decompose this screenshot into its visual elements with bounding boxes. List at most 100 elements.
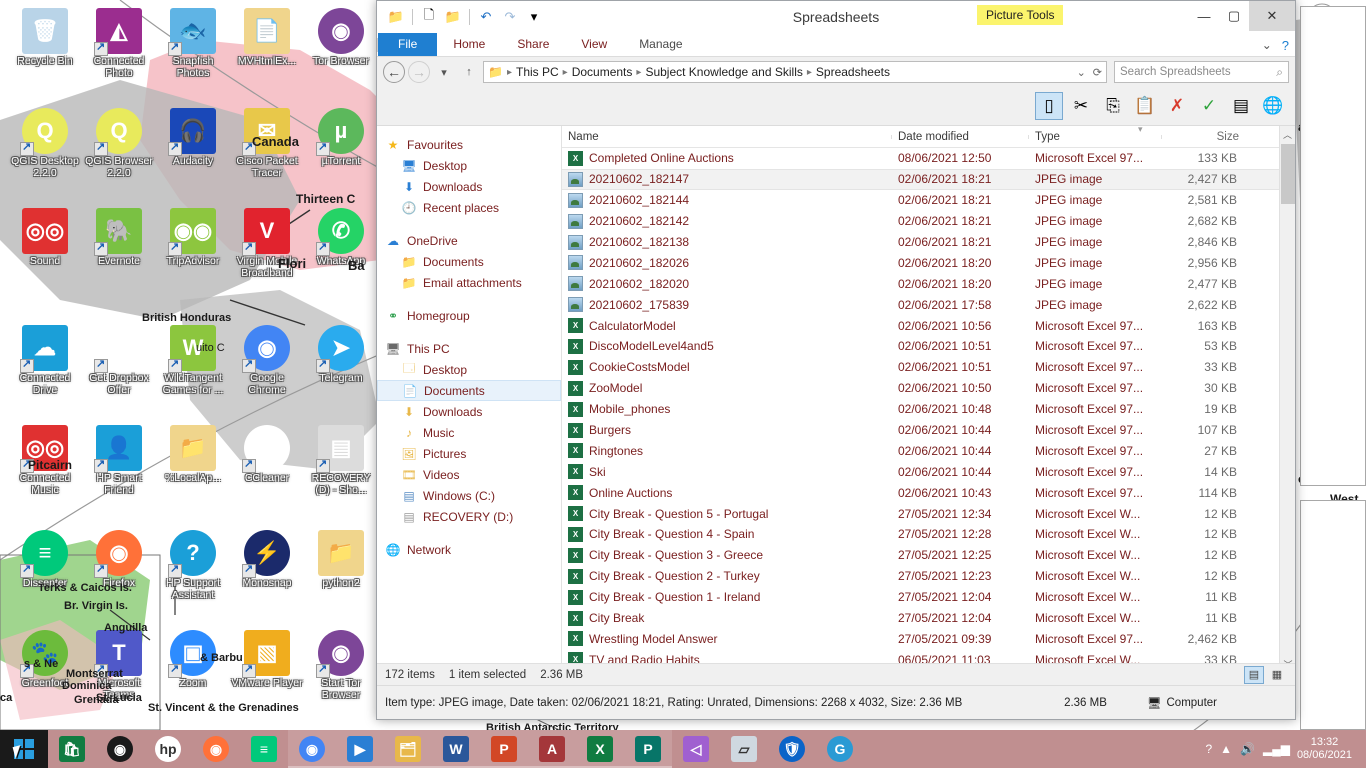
file-name-cell[interactable]: X CookieCostsModel (562, 359, 892, 375)
nav-item-favourites[interactable]: ★ Favourites (377, 134, 561, 155)
desktop-icon-recycle-bin[interactable]: 🗑 Recycle Bin (8, 8, 82, 68)
address-bar[interactable]: 📁 ▸ This PC ▸ Documents ▸ Subject Knowledge a… (483, 61, 1107, 83)
desktop-icon-wildtangent-games[interactable]: WWildTangent Games for ... (156, 325, 230, 396)
file-row[interactable]: X City Break 27/05/2021 12:04 Microsoft Exc… (562, 608, 1295, 629)
taskbar-item-camera-app[interactable]: ◉ (96, 730, 144, 768)
tab-file[interactable]: File (378, 33, 438, 56)
nav-item-network[interactable]: 🌐 Network (377, 539, 561, 560)
navigation-pane[interactable]: ★ Favourites 🖥 Desktop ⬇ Downloads 🕘 Recent pla… (377, 126, 561, 671)
taskbar-item-microsoft-publisher[interactable]: P (624, 730, 672, 768)
desktop-icon-dropbox[interactable]: ◆Get Dropbox Offer (82, 325, 156, 396)
nav-item-email-attachments[interactable]: 📁 Email attachments (377, 272, 561, 293)
file-row[interactable]: 20210602_182144 02/06/2021 18:21 JPEG imag… (562, 190, 1295, 211)
search-input[interactable]: Search Spreadsheets (1120, 66, 1231, 78)
navigation-bar[interactable]: ← → ▾ ↑ 📁 ▸ This PC ▸ Documents ▸ Subject Kno… (377, 57, 1295, 87)
desktop-icon-virgin-mobile-broadband[interactable]: VVirgin Mobile Broadband (230, 208, 304, 279)
taskbar-item-sticky-notes[interactable]: ▱ (720, 730, 768, 768)
desktop-icon-telegram[interactable]: ➤Telegram (304, 325, 378, 385)
desktop-icon-google-chrome[interactable]: ◉Google Chrome (230, 325, 304, 396)
nav-item-music[interactable]: ♪ Music (377, 422, 561, 443)
file-explorer-window[interactable]: 📁 🗋 📁 ↶ ↷ ▾ Picture Tools Spreadsheets — ▢ ✕ … (376, 0, 1296, 720)
file-row[interactable]: 20210602_182147 02/06/2021 18:21 JPEG imag… (562, 168, 1295, 190)
network-icon[interactable]: ▂▄▆ (1263, 742, 1290, 756)
desktop-icon-cisco-packet-tracer[interactable]: ✉Cisco Packet Tracer (230, 108, 304, 179)
nav-item-this-pc[interactable]: 🖥 This PC (377, 338, 561, 359)
file-row[interactable]: X Ski 02/06/2021 10:44 Microsoft Excel 97..… (562, 461, 1295, 482)
file-row[interactable]: X Completed Online Auctions 08/06/2021 12:… (562, 148, 1295, 169)
file-name-cell[interactable]: 20210602_182142 (562, 213, 892, 229)
scrollbar-thumb[interactable] (1281, 144, 1295, 204)
rename-icon[interactable]: ▤ (1227, 92, 1255, 120)
desktop-icon-connected-drive[interactable]: ☁Connected Drive (8, 325, 82, 396)
cut-icon[interactable]: ✂ (1067, 92, 1095, 120)
file-row[interactable]: X Ringtones 02/06/2021 10:44 Microsoft Exce… (562, 440, 1295, 461)
help-icon[interactable]: ? (1205, 742, 1212, 756)
desktop-icon-mvhtmlex-folder[interactable]: 📄 MVHtmlEx... (230, 8, 304, 68)
address-dropdown-icon[interactable]: ⌄ (1077, 66, 1086, 79)
file-name-cell[interactable]: X City Break - Question 3 - Greece (562, 547, 892, 563)
taskbar[interactable]: 🛍 ◉ hp ◉ ≡ ◉ ▶ 🗂 W P A X P ◁ ▱ 🛡 G ? ▲ 🔊 ▂▄▆ 13:32 08/06/20… (0, 730, 1366, 768)
details-view-button[interactable]: ▤ (1244, 665, 1264, 684)
file-name-cell[interactable]: X City Break - Question 1 - Ireland (562, 589, 892, 605)
search-box[interactable]: Search Spreadsheets ⌕ (1114, 61, 1289, 83)
ribbon-tab-bar[interactable]: File Home Share View Manage ⌄ ? (377, 33, 1295, 57)
file-row[interactable]: X ZooModel 02/06/2021 10:50 Microsoft Excel… (562, 378, 1295, 399)
file-name-cell[interactable]: 20210602_182147 (562, 171, 892, 187)
file-row[interactable]: X City Break - Question 5 - Portugal 27/05… (562, 503, 1295, 524)
title-bar[interactable]: 📁 🗋 📁 ↶ ↷ ▾ Picture Tools Spreadsheets — ▢ ✕ (377, 1, 1295, 33)
forward-button[interactable]: → (408, 61, 430, 83)
nav-item-windows-c[interactable]: ▤ Windows (C:) (377, 485, 561, 506)
taskbar-item-hp-app[interactable]: hp (144, 730, 192, 768)
desktop-icon-audacity[interactable]: 🎧Audacity (156, 108, 230, 168)
desktop-icon-microsoft-teams[interactable]: TMicrosoft Teams (82, 630, 156, 701)
taskbar-items[interactable]: 🛍 ◉ hp ◉ ≡ ◉ ▶ 🗂 W P A X P ◁ ▱ 🛡 G (48, 730, 864, 768)
nav-item-desktop[interactable]: 🖥 Desktop (377, 155, 561, 176)
desktop-icon-grid[interactable]: 🗑Recycle Bin◭Connected Photo🐟Snapfish Ph… (0, 0, 376, 730)
file-list[interactable]: X Completed Online Auctions 08/06/2021 12:… (562, 148, 1295, 672)
file-name-cell[interactable]: X ZooModel (562, 380, 892, 396)
desktop-icon-start-tor-browser[interactable]: ◉Start Tor Browser (304, 630, 378, 701)
ribbon-right-controls[interactable]: ⌄ ? (1262, 38, 1289, 53)
delete-icon[interactable]: ✗ (1163, 92, 1191, 120)
nav-item-pictures[interactable]: 🖼 Pictures (377, 443, 561, 464)
breadcrumb[interactable]: ▸ This PC ▸ Documents ▸ Subject Knowledge and… (506, 65, 893, 79)
column-header-size[interactable]: Size (1162, 131, 1247, 143)
show-hidden-icons[interactable]: ▲ (1220, 742, 1232, 756)
command-toolbar[interactable]: ▯ ✂ ⎘ 📋 ✗ ✓ ▤ 🌐 (377, 87, 1295, 125)
vertical-scrollbar[interactable]: ︿ ﹀ (1279, 126, 1295, 672)
taskbar-item-media-player[interactable]: ▶ (336, 730, 384, 768)
collapse-ribbon-icon[interactable]: ⌄ (1262, 38, 1272, 53)
nav-item-onedrive[interactable]: ☁ OneDrive (377, 230, 561, 251)
taskbar-item-file-explorer[interactable]: 🗂 (384, 730, 432, 768)
tab-home[interactable]: Home (437, 33, 501, 56)
desktop-icon-utorrent[interactable]: µµTorrent (304, 108, 378, 168)
system-tray[interactable]: ? ▲ 🔊 ▂▄▆ 13:32 08/06/2021 (1205, 736, 1366, 762)
file-row[interactable]: X City Break - Question 3 - Greece 27/05/2… (562, 545, 1295, 566)
file-row[interactable]: 20210602_182020 02/06/2021 18:20 JPEG imag… (562, 273, 1295, 294)
column-header-name[interactable]: Name (562, 131, 892, 143)
file-name-cell[interactable]: X Ski (562, 464, 892, 480)
desktop-icon-qgis-desktop[interactable]: QQGIS Desktop 2.2.0 (8, 108, 82, 179)
background-window-map-top[interactable] (1300, 6, 1366, 486)
desktop-icon-whatsapp[interactable]: ✆WhatsApp (304, 208, 378, 268)
maximize-button[interactable]: ▢ (1219, 1, 1249, 31)
column-header-row[interactable]: ▾ Name Date modified Type Size (562, 124, 1295, 148)
file-row[interactable]: X DiscoModelLevel4and5 02/06/2021 10:51 Mic… (562, 336, 1295, 357)
check-icon[interactable]: ✓ (1195, 92, 1223, 120)
back-button[interactable]: ← (383, 61, 405, 83)
file-name-cell[interactable]: X City Break - Question 5 - Portugal (562, 506, 892, 522)
file-row[interactable]: 20210602_182026 02/06/2021 18:20 JPEG imag… (562, 252, 1295, 273)
breadcrumb-item[interactable]: Subject Knowledge and Skills (642, 65, 805, 79)
desktop-icon-dissenter[interactable]: ≡Dissenter (8, 530, 82, 590)
desktop-icon-firefox[interactable]: ◉Firefox (82, 530, 156, 590)
nav-item-downloads[interactable]: ⬇ Downloads (377, 176, 561, 197)
column-header-date[interactable]: Date modified (892, 131, 1029, 143)
desktop-icon-tripadvisor[interactable]: ◉◉TripAdvisor (156, 208, 230, 268)
breadcrumb-item[interactable]: Documents (569, 65, 636, 79)
copy-icon[interactable]: ⎘ (1099, 92, 1127, 120)
file-list-container[interactable]: ▾ Name Date modified Type Size X Completed O… (561, 124, 1295, 672)
taskbar-clock[interactable]: 13:32 08/06/2021 (1297, 736, 1356, 762)
file-name-cell[interactable]: X Ringtones (562, 443, 892, 459)
internet-icon[interactable]: 🌐 (1259, 92, 1287, 120)
tab-manage[interactable]: Manage (623, 33, 698, 56)
